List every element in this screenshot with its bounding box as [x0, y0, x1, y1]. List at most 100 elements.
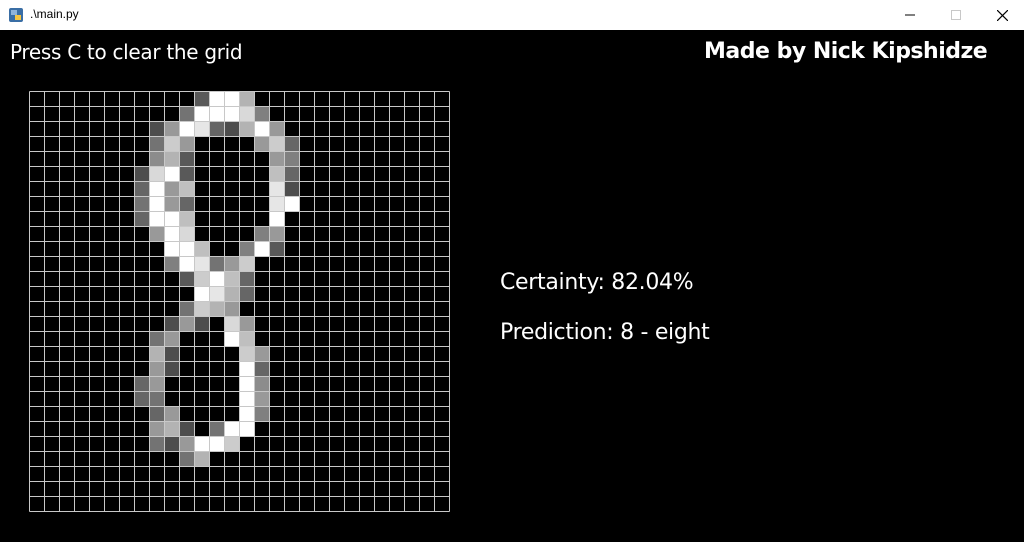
grid-cell[interactable] [269, 211, 285, 227]
grid-cell[interactable] [284, 151, 300, 167]
close-button[interactable] [979, 0, 1024, 30]
grid-cell[interactable] [239, 391, 255, 407]
grid-cell[interactable] [164, 241, 180, 257]
minimize-button[interactable] [887, 0, 933, 30]
grid-cell[interactable] [194, 271, 210, 287]
grid-cell[interactable] [164, 121, 180, 137]
grid-cell[interactable] [284, 136, 300, 152]
grid-cell[interactable] [179, 421, 195, 437]
grid-cell[interactable] [194, 436, 210, 452]
grid-cell[interactable] [254, 226, 270, 242]
grid-cell[interactable] [164, 421, 180, 437]
grid-cell[interactable] [134, 391, 150, 407]
grid-cell[interactable] [284, 196, 300, 212]
grid-cell[interactable] [164, 226, 180, 242]
grid-cell[interactable] [284, 181, 300, 197]
grid-cell[interactable] [239, 106, 255, 122]
grid-cell[interactable] [254, 241, 270, 257]
grid-cell[interactable] [179, 106, 195, 122]
grid-cell[interactable] [164, 361, 180, 377]
grid-cell[interactable] [179, 271, 195, 287]
grid-cell[interactable] [149, 436, 165, 452]
grid-cell[interactable] [179, 151, 195, 167]
grid-cell[interactable] [239, 121, 255, 137]
grid-cell[interactable] [209, 271, 225, 287]
grid-cell[interactable] [254, 106, 270, 122]
grid-cell[interactable] [239, 331, 255, 347]
grid-cell[interactable] [224, 271, 240, 287]
grid-cell[interactable] [179, 436, 195, 452]
grid-cell[interactable] [149, 331, 165, 347]
grid-cell[interactable] [224, 316, 240, 332]
grid-cell[interactable] [239, 406, 255, 422]
grid-cell[interactable] [149, 196, 165, 212]
grid-cell[interactable] [254, 346, 270, 362]
grid-cell[interactable] [239, 241, 255, 257]
grid-cell[interactable] [209, 301, 225, 317]
grid-cell[interactable] [224, 301, 240, 317]
grid-cell[interactable] [269, 121, 285, 137]
grid-cell[interactable] [179, 121, 195, 137]
grid-cell[interactable] [224, 421, 240, 437]
grid-cell[interactable] [164, 211, 180, 227]
grid-cell[interactable] [239, 271, 255, 287]
grid-cell[interactable] [149, 211, 165, 227]
grid-cell[interactable] [239, 421, 255, 437]
grid-cell[interactable] [194, 316, 210, 332]
grid-cell[interactable] [224, 331, 240, 347]
grid-cell[interactable] [134, 376, 150, 392]
grid-cell[interactable] [254, 406, 270, 422]
grid-cell[interactable] [269, 226, 285, 242]
grid-cell[interactable] [164, 136, 180, 152]
title-bar[interactable]: .\main.py [0, 0, 1024, 30]
grid-cell[interactable] [269, 181, 285, 197]
grid-cell[interactable] [179, 211, 195, 227]
grid-cell[interactable] [239, 376, 255, 392]
drawing-grid-canvas[interactable] [29, 91, 450, 512]
grid-cell[interactable] [269, 166, 285, 182]
grid-cell[interactable] [224, 91, 240, 107]
grid-cell[interactable] [179, 136, 195, 152]
grid-cell[interactable] [269, 136, 285, 152]
grid-cell[interactable] [269, 241, 285, 257]
grid-cell[interactable] [209, 286, 225, 302]
grid-cell[interactable] [164, 436, 180, 452]
grid-cell[interactable] [179, 316, 195, 332]
grid-cell[interactable] [194, 286, 210, 302]
grid-cell[interactable] [194, 256, 210, 272]
grid-cell[interactable] [149, 376, 165, 392]
grid-cell[interactable] [239, 256, 255, 272]
grid-cell[interactable] [179, 451, 195, 467]
grid-cell[interactable] [134, 211, 150, 227]
grid-cell[interactable] [254, 391, 270, 407]
grid-cell[interactable] [179, 196, 195, 212]
grid-cell[interactable] [209, 436, 225, 452]
grid-cell[interactable] [284, 166, 300, 182]
grid-cell[interactable] [149, 151, 165, 167]
grid-cell[interactable] [149, 406, 165, 422]
grid-cell[interactable] [194, 121, 210, 137]
grid-cell[interactable] [269, 196, 285, 212]
grid-cell[interactable] [209, 121, 225, 137]
grid-cell[interactable] [179, 181, 195, 197]
grid-cell[interactable] [164, 151, 180, 167]
grid-cell[interactable] [239, 316, 255, 332]
drawing-grid[interactable] [29, 91, 450, 512]
grid-cell[interactable] [239, 361, 255, 377]
grid-cell[interactable] [209, 256, 225, 272]
grid-cell[interactable] [194, 91, 210, 107]
grid-cell[interactable] [224, 256, 240, 272]
grid-cell[interactable] [164, 331, 180, 347]
grid-cell[interactable] [239, 286, 255, 302]
grid-cell[interactable] [149, 421, 165, 437]
grid-cell[interactable] [134, 166, 150, 182]
grid-cell[interactable] [209, 106, 225, 122]
grid-cell[interactable] [194, 241, 210, 257]
grid-cell[interactable] [164, 256, 180, 272]
grid-cell[interactable] [149, 166, 165, 182]
grid-cell[interactable] [224, 436, 240, 452]
grid-cell[interactable] [149, 121, 165, 137]
grid-cell[interactable] [239, 91, 255, 107]
grid-cell[interactable] [254, 361, 270, 377]
grid-cell[interactable] [224, 121, 240, 137]
